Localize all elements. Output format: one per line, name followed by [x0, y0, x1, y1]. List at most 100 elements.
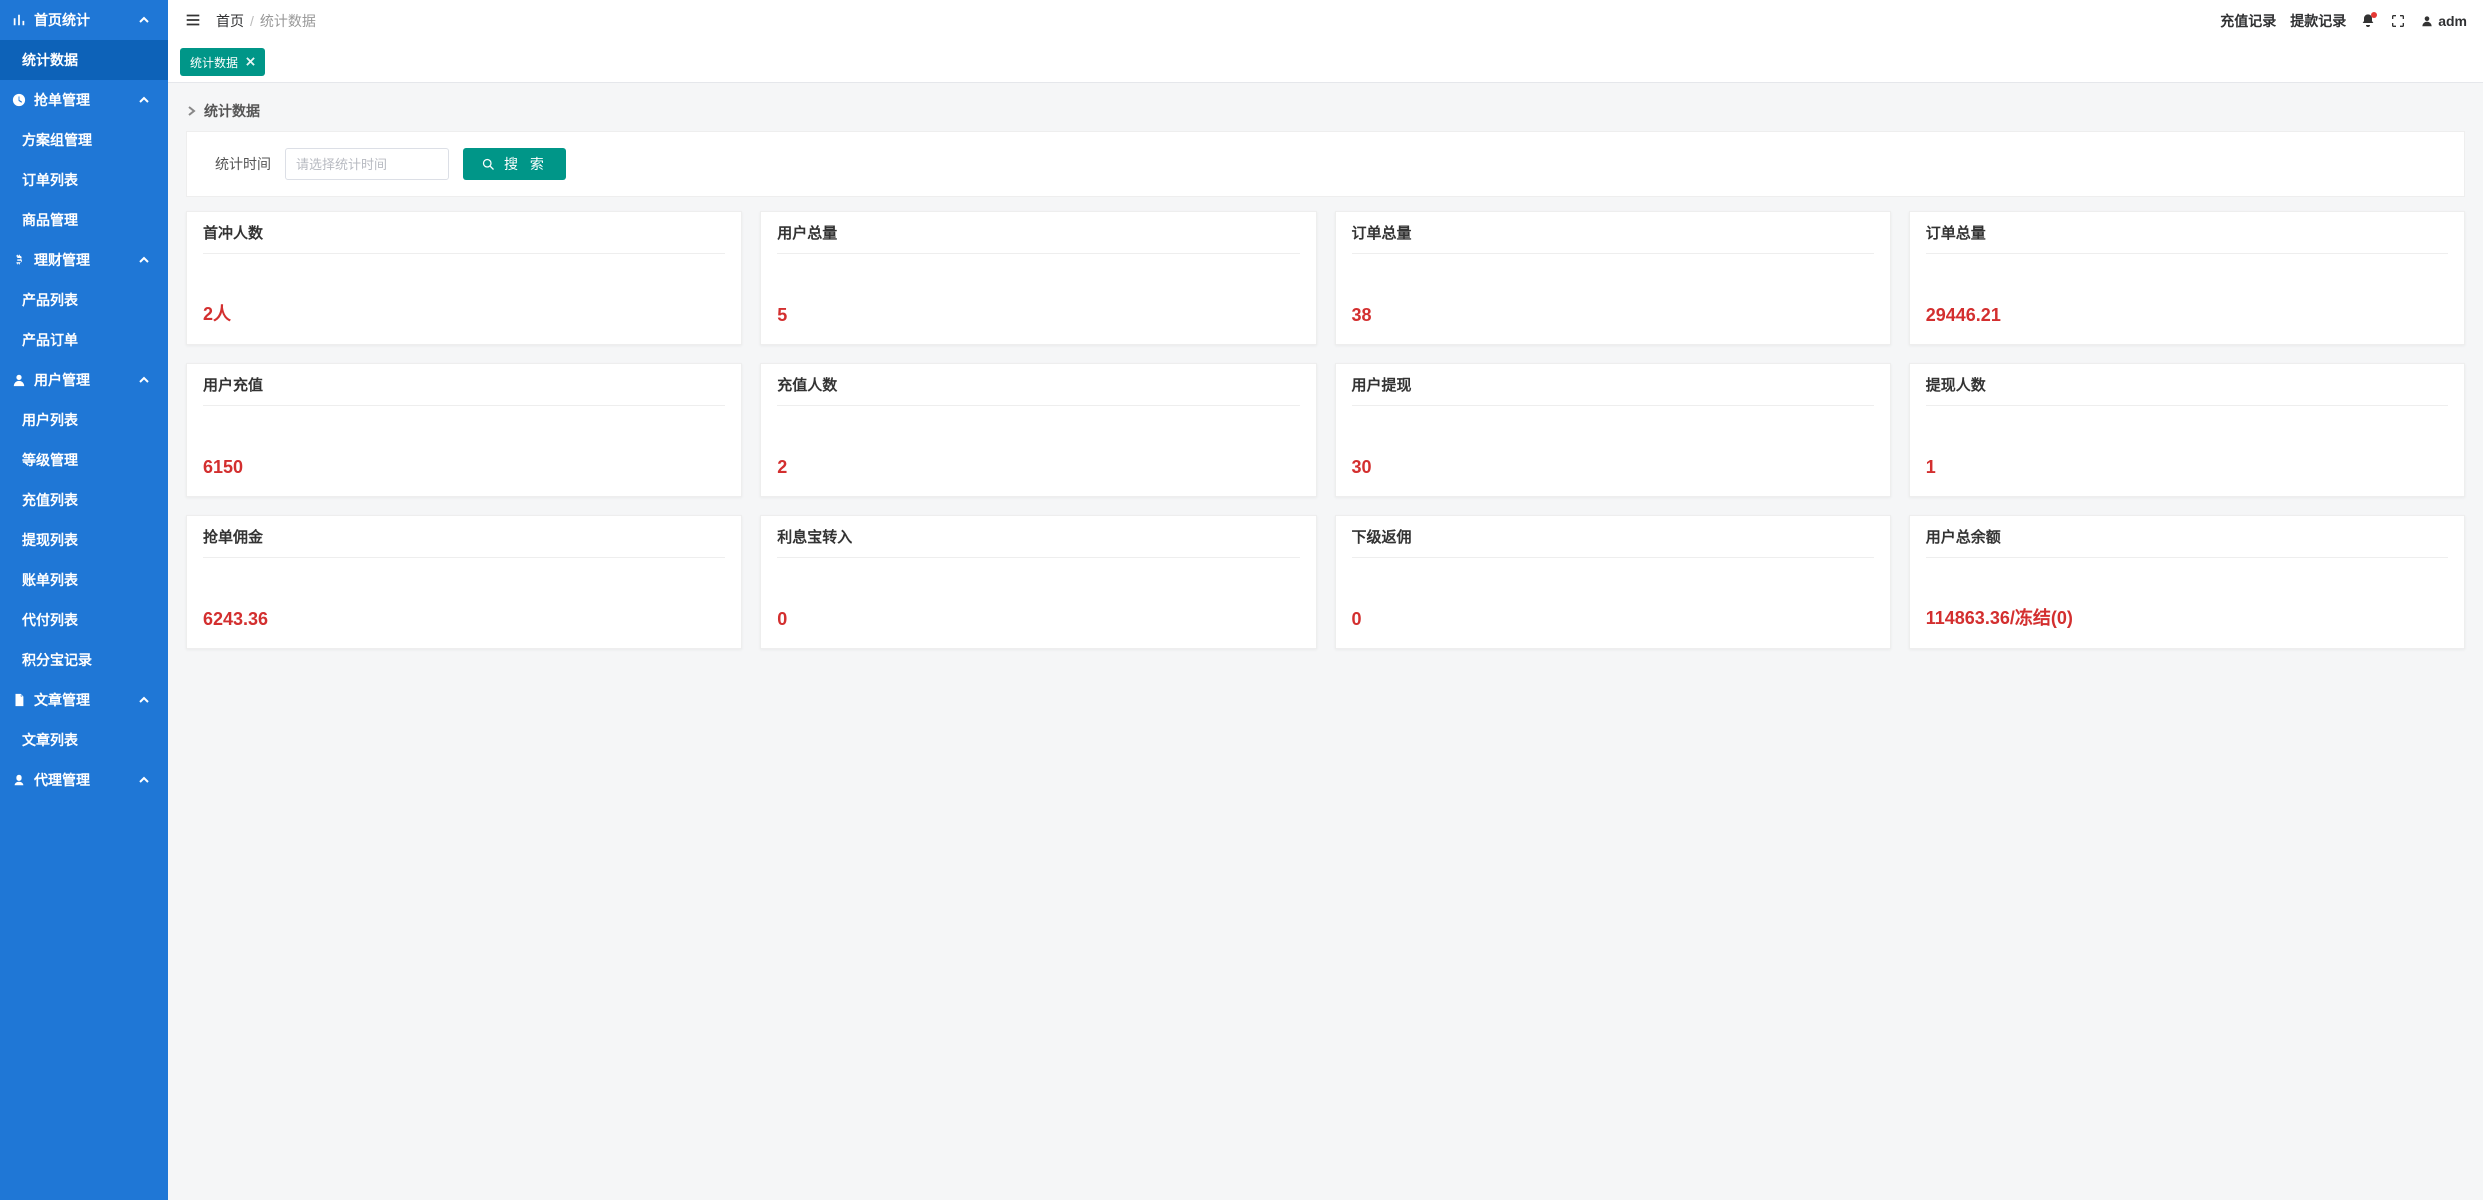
nav-group-首页统计[interactable]: 首页统计 — [0, 0, 168, 40]
stat-card-5: 充值人数 2 — [760, 363, 1316, 497]
nav-item-label: 用户列表 — [22, 410, 78, 430]
nav-item-label: 等级管理 — [22, 450, 78, 470]
nav-item-统计数据[interactable]: 统计数据 — [0, 40, 168, 80]
stat-card-title: 抢单佣金 — [203, 526, 725, 558]
nav-item-label: 积分宝记录 — [22, 650, 92, 670]
nav-item-等级管理[interactable]: 等级管理 — [0, 440, 168, 480]
nav-item-label: 产品列表 — [22, 290, 78, 310]
stat-card-title: 充值人数 — [777, 374, 1299, 406]
menu-toggle-icon[interactable] — [184, 11, 202, 32]
section-title: 统计数据 — [186, 101, 2465, 121]
breadcrumb: 首页 / 统计数据 — [216, 11, 316, 31]
recharge-records-link[interactable]: 充值记录 — [2220, 11, 2276, 31]
stat-card-11: 用户总余额 114863.36/冻结(0) — [1909, 515, 2465, 649]
nav-item-提现列表[interactable]: 提现列表 — [0, 520, 168, 560]
notification-dot-icon — [2371, 12, 2377, 18]
stat-card-value: 30 — [1352, 457, 1372, 478]
nav-item-代付列表[interactable]: 代付列表 — [0, 600, 168, 640]
nav-group-label: 代理管理 — [34, 770, 90, 790]
nav-item-label: 充值列表 — [22, 490, 78, 510]
withdraw-records-link[interactable]: 提款记录 — [2290, 11, 2346, 31]
nav-item-订单列表[interactable]: 订单列表 — [0, 160, 168, 200]
stat-card-title: 订单总量 — [1352, 222, 1874, 254]
nav-item-label: 产品订单 — [22, 330, 78, 350]
nav-item-label: 提现列表 — [22, 530, 78, 550]
nav-item-label: 代付列表 — [22, 610, 78, 630]
tabs-row: 统计数据 — [168, 42, 2483, 83]
stat-card-0: 首冲人数 2人 — [186, 211, 742, 345]
nav-item-label: 商品管理 — [22, 210, 78, 230]
nav-item-label: 账单列表 — [22, 570, 78, 590]
nav-item-label: 方案组管理 — [22, 130, 92, 150]
stat-card-value: 5 — [777, 305, 787, 326]
stat-card-4: 用户充值 6150 — [186, 363, 742, 497]
nav-item-用户列表[interactable]: 用户列表 — [0, 400, 168, 440]
nav-item-产品订单[interactable]: 产品订单 — [0, 320, 168, 360]
stat-time-input[interactable] — [285, 148, 449, 180]
nav-group-label: 用户管理 — [34, 370, 90, 390]
stat-card-title: 首冲人数 — [203, 222, 725, 254]
nav-group-代理管理[interactable]: 代理管理 — [0, 760, 168, 800]
stat-card-value: 29446.21 — [1926, 305, 2001, 326]
stat-card-title: 用户提现 — [1352, 374, 1874, 406]
nav-group-label: 文章管理 — [34, 690, 90, 710]
stat-card-3: 订单总量 29446.21 — [1909, 211, 2465, 345]
stat-card-value: 38 — [1352, 305, 1372, 326]
breadcrumb-home[interactable]: 首页 — [216, 11, 244, 31]
stat-card-1: 用户总量 5 — [760, 211, 1316, 345]
stat-card-value: 114863.36/冻结(0) — [1926, 604, 2073, 630]
nav-item-label: 订单列表 — [22, 170, 78, 190]
stat-card-6: 用户提现 30 — [1335, 363, 1891, 497]
stat-card-title: 用户充值 — [203, 374, 725, 406]
stat-card-value: 0 — [777, 609, 787, 630]
sidebar: 首页统计统计数据抢单管理方案组管理订单列表商品管理理财管理产品列表产品订单用户管… — [0, 0, 168, 1200]
stat-card-value: 2人 — [203, 300, 231, 326]
stat-card-2: 订单总量 38 — [1335, 211, 1891, 345]
stat-card-title: 订单总量 — [1926, 222, 2448, 254]
nav-group-理财管理[interactable]: 理财管理 — [0, 240, 168, 280]
tab-statistics[interactable]: 统计数据 — [180, 48, 265, 76]
nav-group-文章管理[interactable]: 文章管理 — [0, 680, 168, 720]
nav-group-label: 抢单管理 — [34, 90, 90, 110]
nav-group-抢单管理[interactable]: 抢单管理 — [0, 80, 168, 120]
tab-close-icon[interactable] — [246, 55, 255, 69]
search-button-label: 搜 索 — [504, 154, 548, 174]
nav-item-账单列表[interactable]: 账单列表 — [0, 560, 168, 600]
stat-card-8: 抢单佣金 6243.36 — [186, 515, 742, 649]
stat-card-value: 6150 — [203, 457, 243, 478]
stat-card-value: 1 — [1926, 457, 1936, 478]
nav-group-label: 首页统计 — [34, 10, 90, 30]
stat-card-title: 提现人数 — [1926, 374, 2448, 406]
user-name-label: adm — [2438, 13, 2467, 29]
stat-card-title: 下级返佣 — [1352, 526, 1874, 558]
nav-group-用户管理[interactable]: 用户管理 — [0, 360, 168, 400]
section-title-label: 统计数据 — [204, 101, 260, 121]
nav-item-充值列表[interactable]: 充值列表 — [0, 480, 168, 520]
search-label: 统计时间 — [215, 154, 271, 174]
stat-card-7: 提现人数 1 — [1909, 363, 2465, 497]
nav-item-label: 统计数据 — [22, 50, 78, 70]
stat-card-value: 6243.36 — [203, 609, 268, 630]
stat-card-title: 利息宝转入 — [777, 526, 1299, 558]
stat-card-9: 利息宝转入 0 — [760, 515, 1316, 649]
stat-card-value: 0 — [1352, 609, 1362, 630]
nav-item-产品列表[interactable]: 产品列表 — [0, 280, 168, 320]
stat-card-10: 下级返佣 0 — [1335, 515, 1891, 649]
stat-card-title: 用户总余额 — [1926, 526, 2448, 558]
search-button[interactable]: 搜 索 — [463, 148, 566, 180]
content: 统计数据 统计时间 搜 索 首冲人数 2人 用户总量 5 订单总量 38 订单总量 29446… — [168, 83, 2483, 1200]
notification-bell-icon[interactable] — [2360, 13, 2376, 29]
stat-card-title: 用户总量 — [777, 222, 1299, 254]
nav-group-label: 理财管理 — [34, 250, 90, 270]
tab-label: 统计数据 — [190, 54, 238, 71]
search-bar: 统计时间 搜 索 — [186, 131, 2465, 197]
nav-item-商品管理[interactable]: 商品管理 — [0, 200, 168, 240]
fullscreen-icon[interactable] — [2390, 13, 2406, 29]
nav-item-文章列表[interactable]: 文章列表 — [0, 720, 168, 760]
nav-item-方案组管理[interactable]: 方案组管理 — [0, 120, 168, 160]
stat-cards-grid: 首冲人数 2人 用户总量 5 订单总量 38 订单总量 29446.21 用户充值 6150 充值人… — [186, 211, 2465, 649]
topbar: 首页 / 统计数据 充值记录 提款记录 adm — [168, 0, 2483, 42]
nav-item-积分宝记录[interactable]: 积分宝记录 — [0, 640, 168, 680]
stat-card-value: 2 — [777, 457, 787, 478]
user-menu[interactable]: adm — [2420, 13, 2467, 29]
